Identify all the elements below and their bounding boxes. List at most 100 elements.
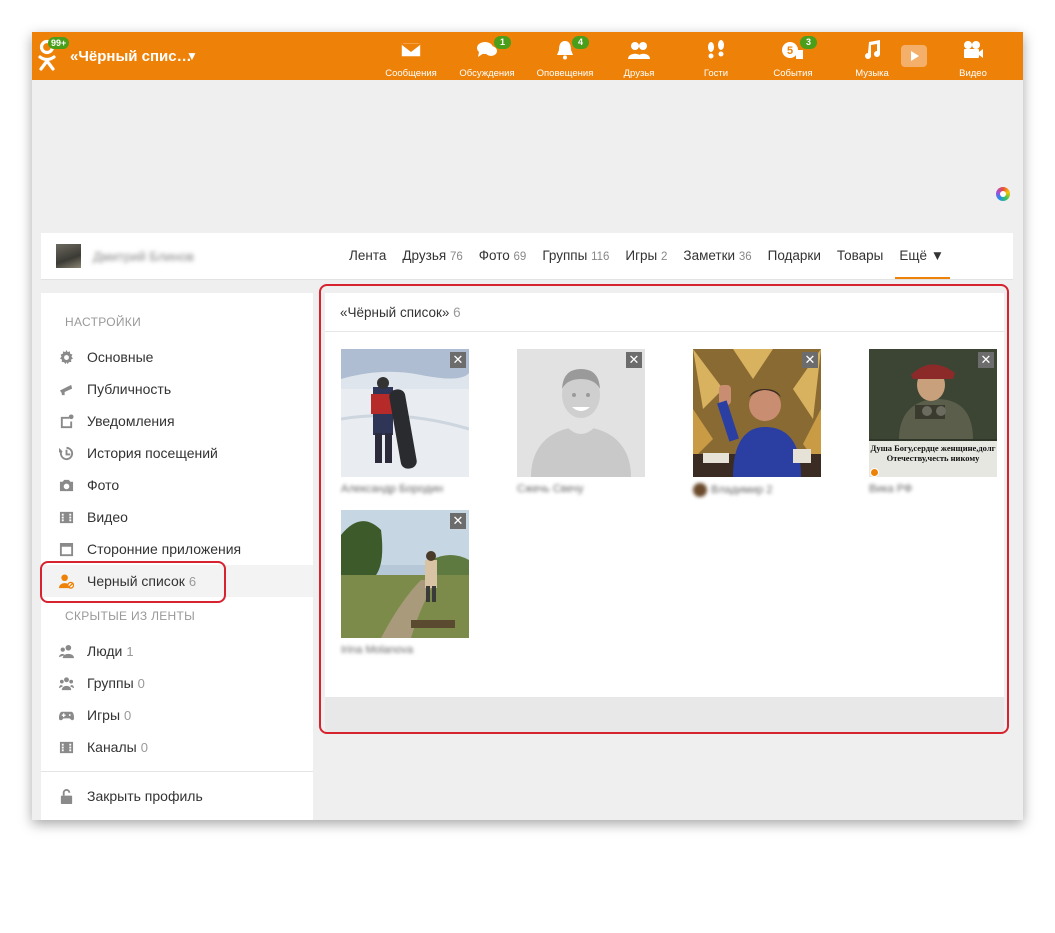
sidebar-item-count: 0 bbox=[140, 739, 148, 755]
sidebar-item-count: 1 bbox=[126, 643, 134, 659]
sidebar-item-photo[interactable]: Фото bbox=[41, 469, 313, 501]
tab-count: 36 bbox=[738, 251, 752, 263]
nav-label: Гости bbox=[703, 68, 729, 79]
tab-count: 2 bbox=[661, 251, 668, 263]
profile-bar: Дмитрий Блинов Лента Друзья 76 Фото 69 Г… bbox=[41, 233, 1013, 280]
nav-video[interactable]: Видео bbox=[938, 38, 1008, 79]
megaphone-icon bbox=[58, 381, 74, 397]
video-camera-icon bbox=[938, 38, 1008, 62]
nav-events[interactable]: 5 События 3 bbox=[758, 36, 828, 79]
nav-label: Обсуждения bbox=[459, 68, 515, 79]
sidebar-item-history[interactable]: История посещений bbox=[41, 437, 313, 469]
sidebar-item-general[interactable]: Основные bbox=[41, 341, 313, 373]
sidebar-item-label: Публичность bbox=[87, 381, 172, 397]
tab-products[interactable]: Товары bbox=[837, 248, 883, 263]
nav-discussions[interactable]: Обсуждения 1 bbox=[452, 36, 522, 79]
gear-icon bbox=[58, 349, 74, 365]
sidebar-item-people[interactable]: Люди 1 bbox=[41, 635, 313, 667]
avatar[interactable] bbox=[56, 244, 81, 268]
tab-label: Игры bbox=[625, 248, 658, 263]
tab-count: 69 bbox=[513, 251, 527, 263]
sidebar-item-label: Сторонние приложения bbox=[87, 541, 242, 557]
profile-tabs: Лента Друзья 76 Фото 69 Группы 116 Игры … bbox=[349, 248, 950, 279]
tab-friends[interactable]: Друзья 76 bbox=[402, 248, 462, 263]
page-title: «Чёрный спис… bbox=[70, 48, 192, 65]
sidebar-item-count: 0 bbox=[124, 707, 132, 723]
nav-badge: 1 bbox=[494, 36, 512, 49]
sidebar-item-label: Фото bbox=[87, 477, 120, 493]
groups-icon bbox=[58, 675, 74, 691]
nav-badge: 4 bbox=[572, 36, 590, 49]
lock-icon bbox=[58, 788, 74, 804]
hidden-heading: СКРЫТЫЕ ИЗ ЛЕНТЫ bbox=[65, 609, 196, 623]
music-note-icon bbox=[837, 38, 907, 62]
apps-icon bbox=[58, 541, 74, 557]
sidebar-item-notifications[interactable]: Уведомления bbox=[41, 405, 313, 437]
tab-gifts[interactable]: Подарки bbox=[768, 248, 821, 263]
tab-label: Ещё ▼ bbox=[899, 248, 945, 263]
friends-icon bbox=[604, 38, 674, 62]
sidebar-item-label: Уведомления bbox=[87, 413, 175, 429]
gamepad-icon bbox=[58, 707, 74, 723]
title-dropdown-icon[interactable]: ▼ bbox=[186, 49, 198, 63]
sidebar-item-channels[interactable]: Каналы 0 bbox=[41, 731, 313, 763]
nav-notifications[interactable]: Оповещения 4 bbox=[530, 36, 600, 79]
nav-label: Сообщения bbox=[385, 68, 437, 79]
sidebar-item-label: Группы bbox=[87, 675, 134, 691]
tab-count: 76 bbox=[449, 251, 463, 263]
tab-notes[interactable]: Заметки 36 bbox=[683, 248, 751, 263]
nav-label: События bbox=[773, 68, 813, 79]
tab-groups[interactable]: Группы 116 bbox=[542, 248, 609, 263]
footprints-icon bbox=[681, 38, 751, 62]
sidebar-item-video[interactable]: Видео bbox=[41, 501, 313, 533]
bell-icon bbox=[530, 38, 600, 62]
tab-label: Лента bbox=[349, 248, 387, 263]
sidebar-item-close-profile[interactable]: Закрыть профиль bbox=[41, 780, 313, 812]
tab-label: Друзья bbox=[402, 248, 447, 263]
sidebar-item-label: Видео bbox=[87, 509, 128, 525]
tab-label: Товары bbox=[836, 248, 884, 263]
tab-label: Заметки bbox=[683, 248, 736, 263]
notification-count-badge: 99+ bbox=[48, 37, 70, 49]
tab-label: Подарки bbox=[767, 248, 821, 263]
nav-friends[interactable]: Друзья bbox=[604, 38, 674, 79]
tab-games[interactable]: Игры 2 bbox=[625, 248, 667, 263]
sidebar-item-label: История посещений bbox=[87, 445, 218, 461]
profile-name[interactable]: Дмитрий Блинов bbox=[93, 249, 194, 264]
sidebar-item-label: Каналы bbox=[87, 739, 137, 755]
play-video-icon[interactable] bbox=[901, 45, 927, 67]
nav-messages[interactable]: Сообщения bbox=[376, 38, 446, 79]
tab-label: Фото bbox=[478, 248, 510, 263]
envelope-icon bbox=[376, 38, 446, 62]
tab-count: 116 bbox=[591, 251, 610, 263]
sidebar-item-label: Игры bbox=[87, 707, 121, 723]
sidebar-item-groups[interactable]: Группы 0 bbox=[41, 667, 313, 699]
svg-text:5: 5 bbox=[787, 45, 793, 57]
nav-label: Видео bbox=[959, 68, 987, 79]
tab-label: Группы bbox=[542, 248, 588, 263]
tab-feed[interactable]: Лента bbox=[349, 248, 386, 263]
nav-music[interactable]: Музыка bbox=[837, 38, 907, 79]
highlight-blacklist-panel bbox=[319, 284, 1009, 734]
events-icon: 5 bbox=[758, 38, 828, 62]
tab-photos[interactable]: Фото 69 bbox=[479, 248, 527, 263]
nav-badge: 3 bbox=[800, 36, 818, 49]
people-icon bbox=[58, 643, 74, 659]
sidebar-divider bbox=[41, 771, 313, 772]
color-theme-icon[interactable] bbox=[996, 187, 1010, 201]
top-navigation-bar: 99+ «Чёрный спис… ▼ Сообщения Обсуждения… bbox=[32, 32, 1023, 80]
notification-icon bbox=[58, 413, 74, 429]
sidebar-item-games[interactable]: Игры 0 bbox=[41, 699, 313, 731]
highlight-blacklist-menu bbox=[40, 561, 226, 603]
camera-icon bbox=[58, 477, 74, 493]
chat-bubbles-icon bbox=[452, 38, 522, 62]
nav-guests[interactable]: Гости bbox=[681, 38, 751, 79]
sidebar-item-label: Основные bbox=[87, 349, 154, 365]
nav-label: Друзья bbox=[623, 68, 655, 79]
history-icon bbox=[58, 445, 74, 461]
tab-more[interactable]: Ещё ▼ bbox=[895, 248, 950, 279]
nav-label: Оповещения bbox=[536, 68, 594, 79]
nav-label: Музыка bbox=[855, 68, 889, 79]
settings-sidebar: НАСТРОЙКИ Основные Публичность Уведомлен… bbox=[41, 293, 313, 820]
sidebar-item-publicity[interactable]: Публичность bbox=[41, 373, 313, 405]
